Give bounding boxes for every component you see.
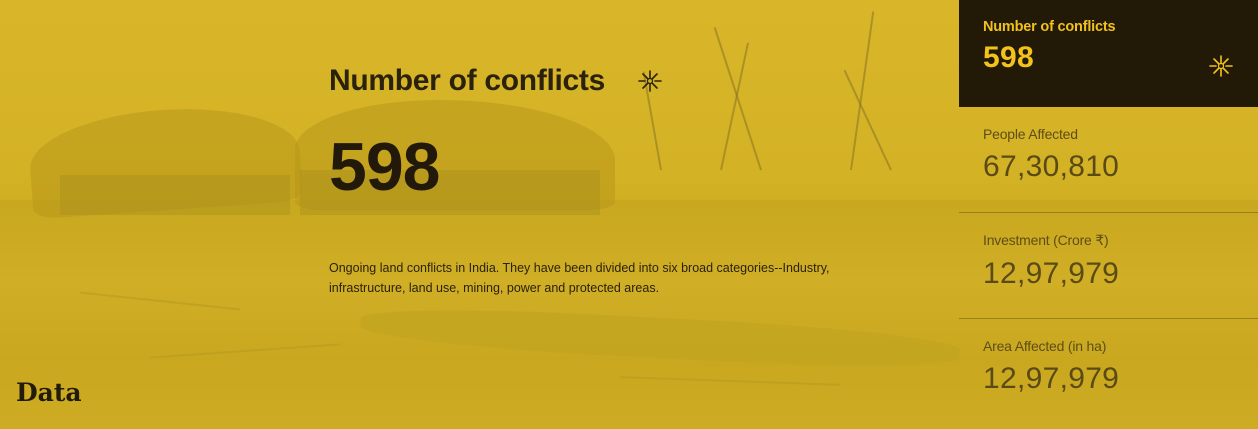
stats-sidebar: Number of conflicts 598 People Affected … — [959, 0, 1258, 429]
stat-number-of-conflicts[interactable]: Number of conflicts 598 — [959, 0, 1258, 107]
burst-icon — [637, 68, 663, 94]
stat-label: Number of conflicts — [983, 19, 1116, 35]
stat-label: Area Affected (in ha) — [983, 338, 1107, 354]
main-value: 598 — [329, 129, 440, 205]
stat-investment[interactable]: Investment (Crore ₹) 12,97,979 — [959, 213, 1258, 319]
stat-people-affected[interactable]: People Affected 67,30,810 — [959, 107, 1258, 213]
main-title: Number of conflicts — [329, 64, 889, 98]
main-panel: Number of conflicts 598 Ongoing land con… — [329, 64, 889, 298]
stat-value: 12,97,979 — [983, 257, 1120, 290]
stat-label: People Affected — [983, 126, 1078, 142]
main-title-text: Number of conflicts — [329, 64, 605, 97]
stat-value: 67,30,810 — [983, 150, 1120, 183]
stat-value: 598 — [983, 41, 1034, 74]
stat-area-affected[interactable]: Area Affected (in ha) 12,97,979 — [959, 319, 1258, 425]
burst-icon — [1208, 53, 1234, 79]
hut-left-base — [60, 175, 290, 215]
main-description: Ongoing land conflicts in India. They ha… — [329, 261, 830, 295]
section-label: Data — [16, 378, 82, 407]
stat-label: Investment (Crore ₹) — [983, 232, 1109, 248]
stat-value: 12,97,979 — [983, 362, 1120, 395]
